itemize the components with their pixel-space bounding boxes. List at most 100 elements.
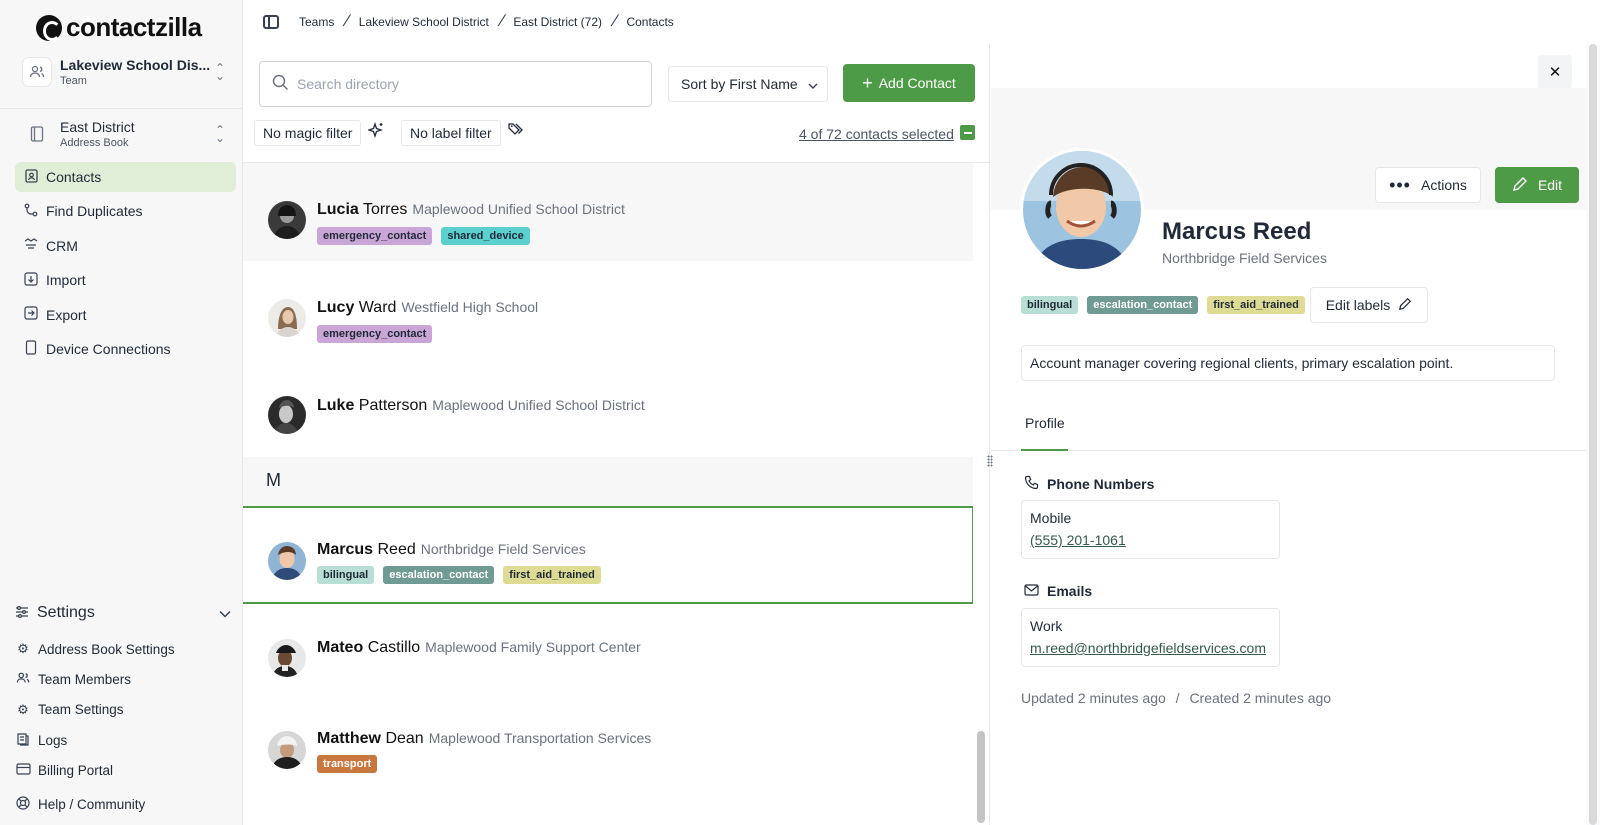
contact-name: Mateo Castillo Maplewood Family Support C…: [317, 639, 641, 657]
team-subtitle: Team: [60, 75, 87, 87]
logo-text: contactzilla: [66, 12, 202, 42]
first-name: Matthew: [317, 730, 381, 747]
actions-label: Actions: [1420, 177, 1467, 193]
contact-note[interactable]: Account manager covering regional client…: [1021, 345, 1555, 381]
email-card: Work m.reed@northbridgefieldservices.com: [1021, 608, 1280, 667]
sidebar-item-device-connections[interactable]: Device Connections: [15, 334, 236, 364]
contact-tags: bilingual escalation_contact first_aid_t…: [317, 566, 601, 584]
settings-toggle[interactable]: Settings: [15, 604, 231, 622]
label-filter-button[interactable]: No label filter: [401, 120, 501, 146]
phone-link[interactable]: (555) 201-1061: [1030, 532, 1271, 548]
edit-labels-label: Edit labels: [1325, 297, 1391, 313]
phone-icon: [1024, 475, 1039, 493]
contact-name: Lucy Ward Westfield High School: [317, 299, 538, 317]
list-scroll-thumb[interactable]: [977, 731, 985, 823]
settings-item-billing-portal[interactable]: Billing Portal: [15, 756, 236, 786]
sort-label: Sort by First Name: [681, 76, 798, 92]
sidebar-toggle-icon[interactable]: [263, 15, 279, 29]
address-book-name: East District: [60, 119, 135, 135]
chevron-down-icon: [808, 76, 818, 92]
list-item[interactable]: Lucy Ward Westfield High School emergency…: [243, 261, 973, 359]
list-item-selected[interactable]: Marcus Reed Northbridge Field Services bi…: [243, 506, 973, 604]
settings-item-team-members[interactable]: Team Members: [15, 664, 236, 694]
export-icon: [23, 306, 39, 323]
sidebar-divider: [0, 108, 243, 109]
mail-icon: [1024, 583, 1039, 599]
pencil-icon: [1512, 176, 1528, 195]
settings-item-team-settings[interactable]: ⚙ Team Settings: [15, 695, 236, 725]
breadcrumb-teams[interactable]: Teams: [299, 15, 334, 29]
phone-type: Mobile: [1030, 510, 1072, 526]
email-section-title: Emails: [1024, 583, 1092, 599]
last-name: Castillo: [367, 639, 421, 656]
breadcrumb-contacts: Contacts: [626, 15, 674, 29]
sidebar-item-label: Import: [46, 272, 86, 289]
sidebar-item-find-duplicates[interactable]: Find Duplicates: [15, 196, 236, 226]
sidebar-item-import[interactable]: Import: [15, 265, 236, 295]
contact-tags: transport: [317, 755, 378, 773]
breadcrumb-separator: /: [341, 13, 353, 30]
sidebar-item-crm[interactable]: CRM: [15, 231, 236, 261]
sidebar: contactzilla Lakeview School Dis... Team…: [0, 0, 243, 825]
settings-item-label: Address Book Settings: [38, 641, 175, 657]
contact-org: Maplewood Transportation Services: [428, 730, 652, 746]
sort-dropdown[interactable]: Sort by First Name: [668, 66, 828, 102]
help-icon: [15, 796, 31, 813]
merge-icon: [23, 203, 39, 220]
section-header: M: [243, 457, 973, 505]
actions-button[interactable]: ••• Actions: [1375, 167, 1481, 203]
sidebar-item-label: Device Connections: [46, 340, 171, 357]
users-icon: [22, 57, 52, 87]
top-bar: Teams / Lakeview School District / East …: [243, 0, 1600, 44]
team-switcher[interactable]: Lakeview School Dis... Team ⌃ ⌄: [22, 57, 227, 87]
detail-scroll-thumb[interactable]: [1589, 44, 1597, 825]
list-item[interactable]: Luke Patterson Maplewood Unified School D…: [243, 359, 973, 457]
sidebar-item-export[interactable]: Export: [15, 300, 236, 330]
phone-card: Mobile (555) 201-1061: [1021, 500, 1280, 559]
list-item[interactable]: Mateo Castillo Maplewood Family Support C…: [243, 604, 973, 702]
sidebar-item-contacts[interactable]: Contacts: [15, 162, 236, 192]
section-letter: M: [266, 470, 281, 490]
tag-bilingual: bilingual: [1021, 296, 1079, 314]
settings-item-logs[interactable]: Logs: [15, 725, 236, 755]
contact-tags: emergency_contact shared_device: [317, 227, 530, 245]
list-scrollbar[interactable]: [975, 163, 987, 825]
phone-section-label: Phone Numbers: [1047, 476, 1155, 492]
search-input[interactable]: [297, 76, 627, 92]
search-box[interactable]: [259, 61, 652, 107]
sidebar-item-label: Contacts: [46, 169, 102, 185]
tag-transport: transport: [317, 755, 378, 773]
add-contact-button[interactable]: + Add Contact: [843, 64, 975, 102]
selected-count-link[interactable]: 4 of 72 contacts selected: [799, 126, 954, 142]
help-label: Help / Community: [38, 797, 146, 812]
label-filter-label: No label filter: [410, 125, 492, 141]
settings-item-address-book-settings[interactable]: ⚙ Address Book Settings: [15, 634, 236, 664]
sparkles-icon[interactable]: [366, 121, 384, 143]
close-icon[interactable]: ✕: [1538, 55, 1572, 89]
list-item[interactable]: Matthew Dean Maplewood Transportation Ser…: [243, 702, 973, 800]
settings-item-label: Billing Portal: [38, 763, 114, 779]
help-community-link[interactable]: Help / Community: [15, 796, 145, 813]
edit-button[interactable]: Edit: [1495, 167, 1579, 203]
avatar: [268, 299, 306, 337]
more-dots-icon: •••: [1389, 175, 1411, 195]
deselect-checkbox[interactable]: [960, 125, 975, 140]
email-link[interactable]: m.reed@northbridgefieldservices.com: [1030, 640, 1271, 656]
list-item[interactable]: Lucia Torres Maplewood Unified School Dis…: [243, 163, 973, 261]
tags-icon[interactable]: [508, 122, 524, 141]
logs-icon: [15, 732, 31, 749]
address-book-switcher[interactable]: East District Address Book ⌃ ⌄: [22, 119, 227, 149]
team-name: Lakeview School Dis...: [60, 57, 211, 73]
app-logo[interactable]: contactzilla: [36, 12, 202, 43]
edit-labels-button[interactable]: Edit labels: [1310, 287, 1428, 323]
breadcrumb-address-book[interactable]: East District (72): [513, 15, 602, 29]
detail-scrollbar[interactable]: [1586, 44, 1600, 825]
magic-filter-button[interactable]: No magic filter: [254, 120, 362, 146]
users-icon: [15, 671, 31, 688]
gear-icon: ⚙: [17, 641, 29, 657]
chevron-updown-icon: ⌃ ⌄: [214, 123, 226, 145]
crm-icon: [23, 237, 39, 254]
tab-profile[interactable]: Profile: [1021, 415, 1068, 451]
breadcrumb-team[interactable]: Lakeview School District: [359, 15, 489, 29]
tag-first-aid-trained: first_aid_trained: [1207, 296, 1305, 314]
